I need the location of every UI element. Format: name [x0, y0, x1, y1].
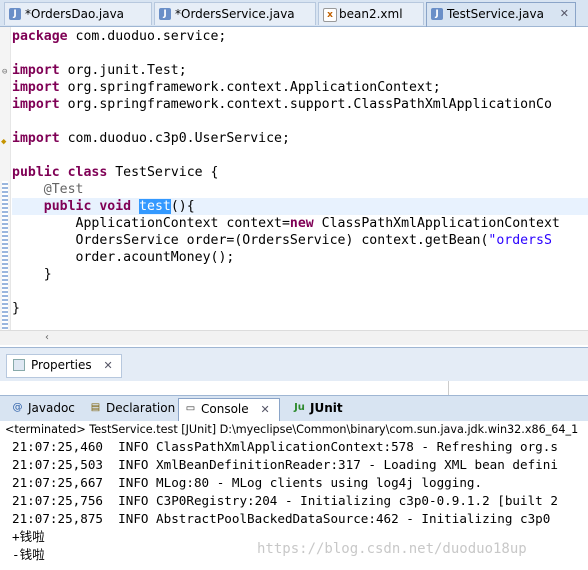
- xml-file-icon: x: [323, 8, 337, 22]
- properties-content: [0, 381, 588, 395]
- tab-console[interactable]: ▭ Console ✕: [178, 398, 280, 421]
- javadoc-icon: @: [12, 402, 23, 413]
- declaration-icon: ▤: [90, 402, 101, 413]
- code-line-15: }: [43, 267, 52, 282]
- editor-tab-label: bean2.xml: [339, 7, 403, 21]
- java-file-icon: J: [9, 8, 21, 20]
- change-marker: [2, 181, 8, 337]
- code-line-14: order.acountMoney();: [75, 250, 235, 265]
- properties-view: Properties ✕: [0, 347, 588, 382]
- editor-tab-label: *OrdersService.java: [175, 7, 295, 21]
- code-line-5: import org.springframework.context.suppo…: [12, 97, 552, 112]
- tab-declaration[interactable]: ▤ Declaration: [84, 398, 175, 419]
- code-line-13: OrdersService order=(OrdersService) cont…: [75, 233, 552, 248]
- code-editor[interactable]: package com.duoduo.service; ⊖ import org.…: [0, 27, 588, 345]
- console-line: 21:07:25,667 INFO MLog:80 - MLog clients…: [12, 475, 483, 490]
- close-icon[interactable]: ✕: [560, 3, 569, 25]
- code-line-12: ApplicationContext context=new ClassPath…: [75, 216, 560, 231]
- tab-label: Console: [201, 402, 249, 416]
- console-line: 21:07:25,503 INFO XmlBeanDefinitionReade…: [12, 457, 558, 472]
- code-line-1: package com.duoduo.service;: [12, 29, 227, 44]
- properties-header-divider: [448, 381, 449, 395]
- editor-tab-label: *OrdersDao.java: [25, 7, 125, 21]
- scroll-left-arrow-icon[interactable]: ‹: [45, 332, 49, 343]
- editor-tab-ordersservice[interactable]: J *OrdersService.java: [154, 2, 316, 25]
- console-line: 21:07:25,875 INFO AbstractPoolBackedData…: [12, 511, 551, 526]
- code-line-3: ⊖ import org.junit.Test;: [2, 62, 588, 79]
- tab-label: Declaration: [106, 401, 176, 415]
- tab-label: JUnit: [310, 401, 343, 415]
- console-status-line: <terminated> TestService.test [JUnit] D:…: [0, 421, 588, 438]
- code-area[interactable]: package com.duoduo.service; ⊖ import org.…: [1, 28, 588, 317]
- code-line-11: public void test(){: [12, 198, 588, 215]
- console-icon: ▭: [185, 403, 196, 414]
- java-file-icon: J: [431, 8, 443, 20]
- tab-junit[interactable]: Ju JUnit: [288, 398, 343, 419]
- properties-icon: [13, 359, 25, 371]
- editor-tab-ordersdao[interactable]: J *OrdersDao.java: [4, 2, 152, 25]
- code-line-9: public class TestService {: [12, 165, 219, 180]
- selected-text[interactable]: test: [139, 199, 171, 214]
- tab-label: Javadoc: [28, 401, 75, 415]
- code-line-4: import org.springframework.context.Appli…: [12, 80, 441, 95]
- console-tab-bar: @ Javadoc ▤ Declaration ▭ Console ✕ Ju J…: [0, 395, 588, 422]
- editor-tab-testservice[interactable]: J TestService.java ✕: [426, 2, 576, 27]
- code-line-17: }: [12, 301, 20, 316]
- watermark: https://blog.csdn.net/duoduo18up: [257, 541, 527, 557]
- editor-tab-bean2-xml[interactable]: x bean2.xml: [318, 2, 424, 25]
- warning-icon[interactable]: ◆: [1, 134, 6, 151]
- console-line: 21:07:25,460 INFO ClassPathXmlApplicatio…: [12, 439, 558, 454]
- editor-tab-bar: J *OrdersDao.java J *OrdersService.java …: [0, 0, 588, 27]
- close-icon[interactable]: ✕: [260, 403, 269, 416]
- tab-javadoc[interactable]: @ Javadoc: [6, 398, 75, 419]
- code-line-7: ◆ import com.duoduo.c3p0.UserService;: [1, 130, 588, 147]
- junit-icon: Ju: [294, 402, 305, 413]
- console-line: 21:07:25,756 INFO C3P0Registry:204 - Ini…: [12, 493, 558, 508]
- tab-properties-label: Properties: [31, 358, 92, 372]
- editor-tab-label: TestService.java: [447, 7, 544, 21]
- java-file-icon: J: [159, 8, 171, 20]
- horizontal-scrollbar[interactable]: ‹: [0, 330, 588, 345]
- fold-icon[interactable]: ⊖: [2, 64, 7, 81]
- code-line-10: @Test: [43, 182, 84, 197]
- tab-properties[interactable]: Properties ✕: [6, 354, 122, 378]
- close-icon[interactable]: ✕: [103, 359, 112, 372]
